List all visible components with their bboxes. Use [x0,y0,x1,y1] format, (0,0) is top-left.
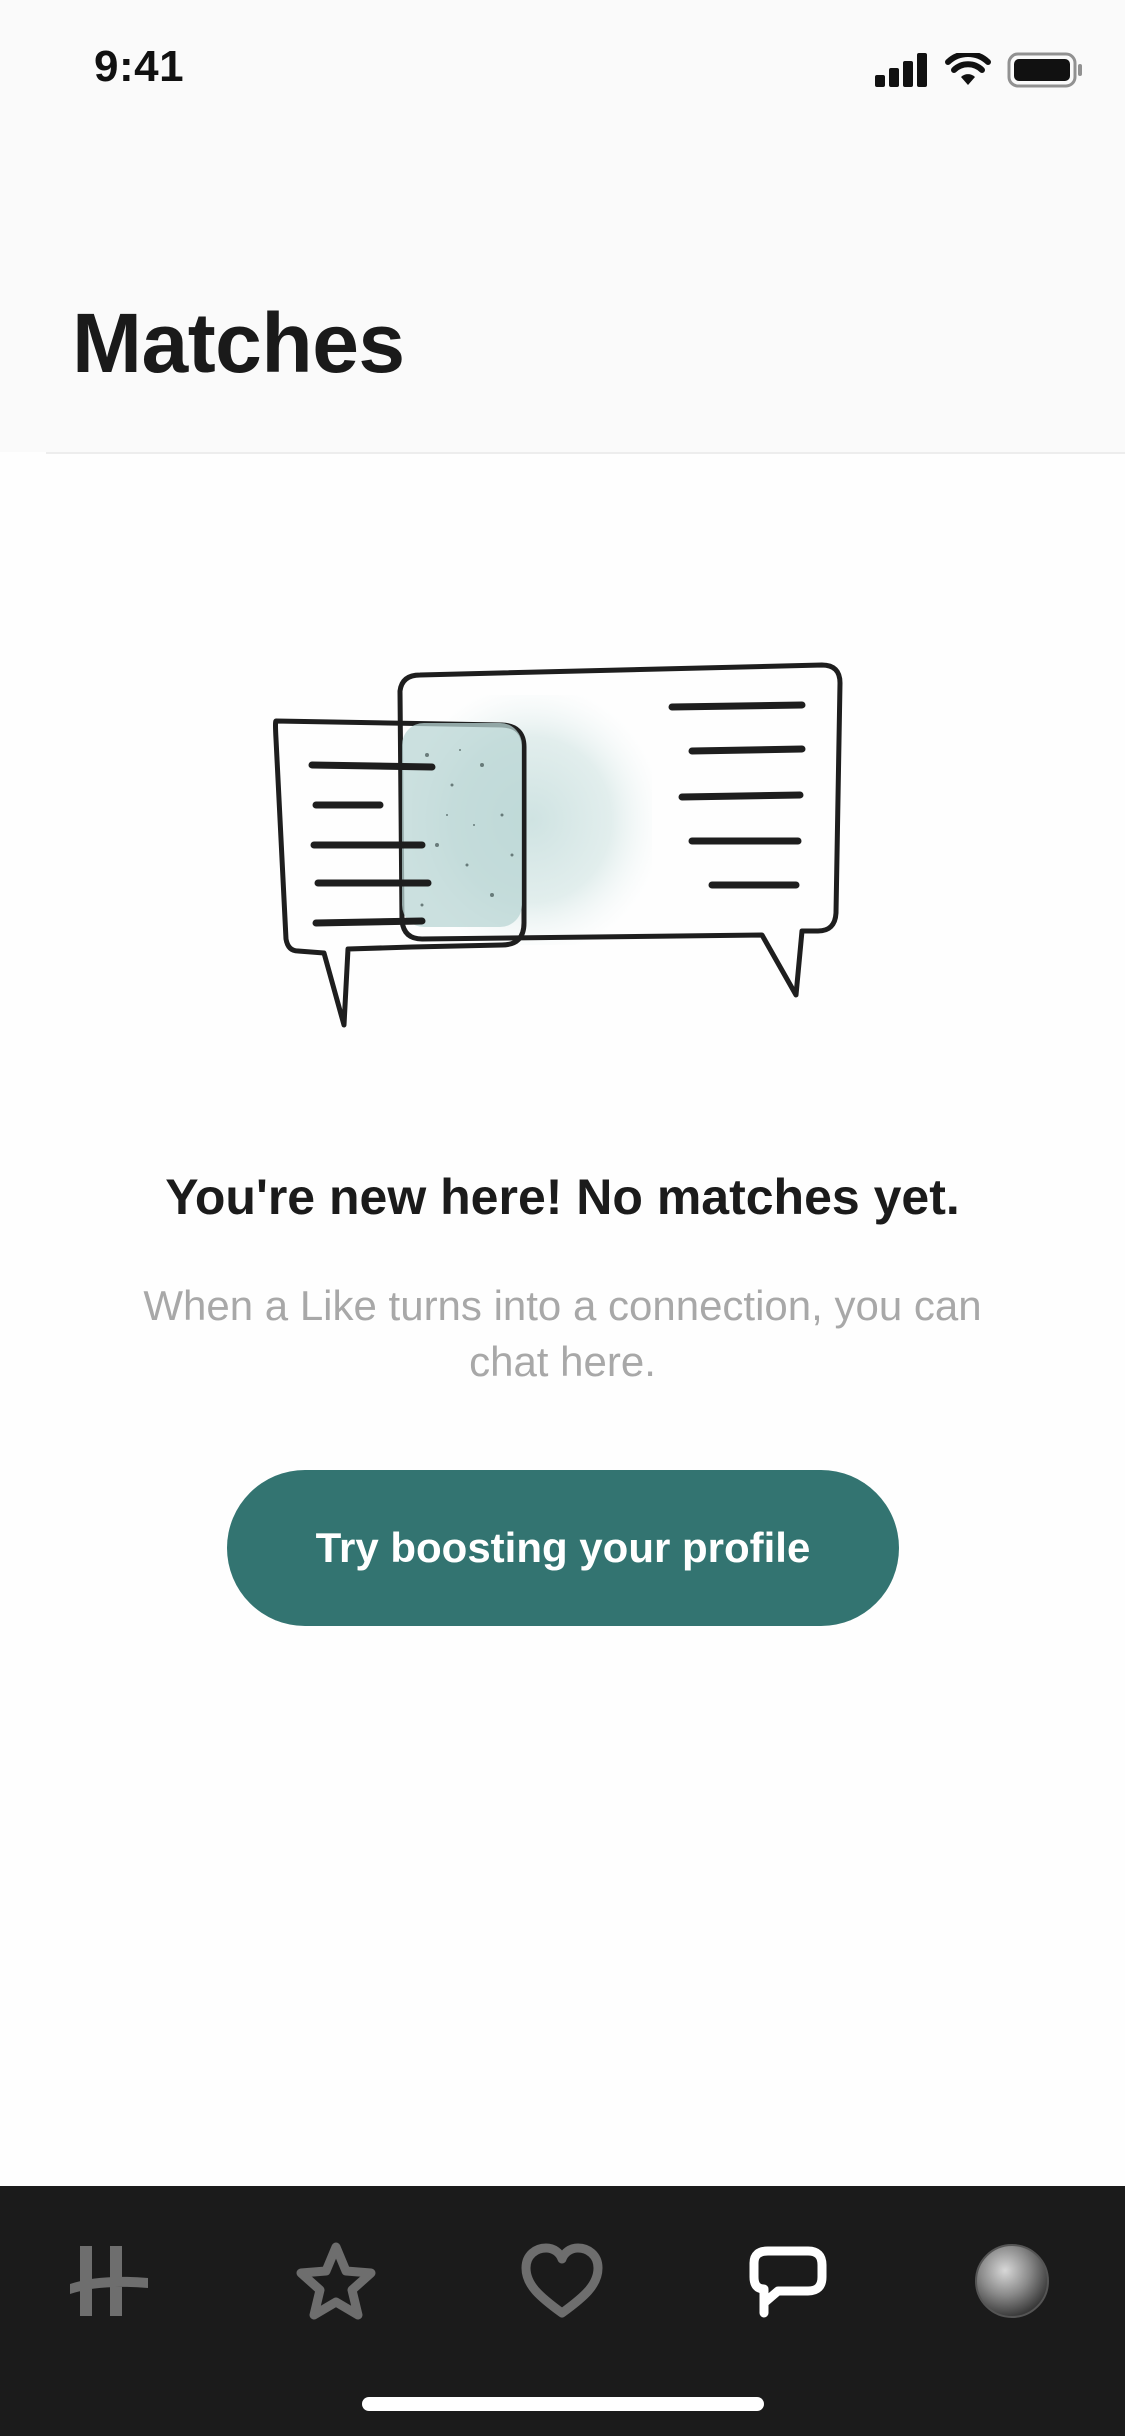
page-title: Matches [72,296,405,390]
battery-icon [1007,52,1082,88]
tab-matches[interactable] [728,2226,848,2336]
status-bar: 9:41 [0,0,1125,135]
status-time: 9:41 [94,42,185,91]
heart-icon [521,2243,603,2318]
wifi-icon [945,53,991,85]
tab-standouts[interactable] [276,2226,396,2336]
hinge-logo-icon [70,2246,148,2316]
cellular-signal-icon [875,53,927,87]
star-icon [296,2242,376,2320]
header-divider [46,452,1125,454]
tab-likes[interactable] [502,2226,622,2336]
profile-avatar [975,2244,1049,2318]
tab-profile[interactable] [952,2226,1072,2336]
tab-home[interactable] [50,2226,170,2336]
empty-state-title: You're new here! No matches yet. [165,1169,960,1225]
status-icons [875,50,1083,90]
boost-profile-button[interactable]: Try boosting your profile [227,1470,899,1626]
chat-bubbles-illustration [273,662,843,1028]
home-indicator [362,2397,764,2411]
chat-icon [749,2246,827,2318]
empty-state-subtitle: When a Like turns into a connection, you… [143,1282,982,1385]
